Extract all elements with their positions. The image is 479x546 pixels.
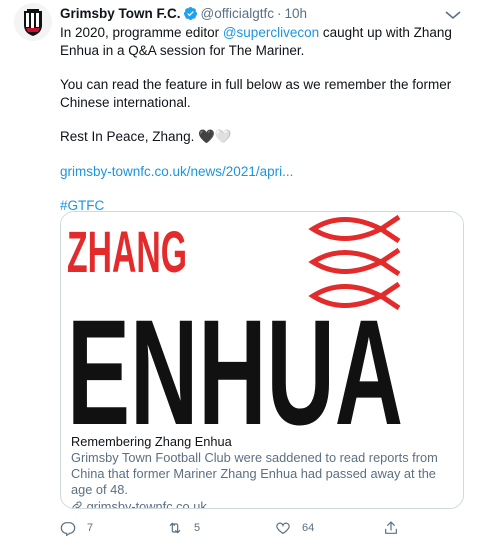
heart-icon — [276, 522, 290, 535]
tweet-paragraph-3: Rest In Peace, Zhang. 🖤🤍 — [60, 128, 468, 146]
action-bar: 7 5 64 — [60, 519, 468, 539]
card-description: Grimsby Town Football Club were saddened… — [71, 450, 438, 497]
card-image-word-1: ZHANG — [67, 220, 187, 285]
like-button[interactable]: 64 — [275, 519, 314, 537]
tweet-body: In 2020, programme editor @superclivecon… — [60, 24, 468, 215]
retweet-count: 5 — [194, 522, 201, 534]
club-crest-icon — [14, 3, 52, 41]
card-url: grimsby-townfc.co.uk — [71, 499, 459, 509]
tweet-header: Grimsby Town F.C. @officialgtfc · 10h — [60, 5, 307, 23]
card-url-text: grimsby-townfc.co.uk — [86, 499, 207, 509]
share-icon — [385, 521, 397, 534]
reply-icon — [60, 522, 76, 536]
card-title: Remembering Zhang Enhua — [71, 434, 232, 449]
retweet-button[interactable]: 5 — [167, 519, 200, 537]
mention-link[interactable]: @superclivecon — [223, 25, 319, 40]
more-options-icon[interactable] — [443, 4, 463, 22]
article-link[interactable]: grimsby-townfc.co.uk/news/2021/apri... — [60, 163, 468, 181]
verified-badge-icon — [183, 6, 197, 21]
share-button[interactable] — [383, 519, 399, 537]
reply-button[interactable]: 7 — [60, 519, 93, 537]
avatar[interactable] — [14, 3, 52, 41]
card-image[interactable]: ZHANG ENHUA — [61, 212, 463, 456]
tweet: Grimsby Town F.C. @officialgtfc · 10h In 20… — [0, 0, 479, 546]
author-handle[interactable]: @officialgtfc — [201, 6, 275, 21]
retweet-icon — [169, 522, 181, 534]
card-image-word-2: ENHUA — [67, 288, 403, 428]
author-name[interactable]: Grimsby Town F.C. — [60, 6, 181, 21]
tweet-paragraph-2: You can read the feature in full below a… — [60, 77, 452, 110]
tweet-text: In 2020, programme editor — [60, 25, 223, 40]
separator-dot: · — [277, 6, 282, 21]
article-link-text[interactable]: grimsby-townfc.co.uk/news/2021/apri... — [60, 164, 293, 179]
tweet-paragraph-1: In 2020, programme editor @superclivecon… — [60, 24, 468, 59]
like-count: 64 — [302, 522, 315, 534]
tweet-time[interactable]: 10h — [285, 6, 308, 21]
reply-count: 7 — [87, 522, 94, 534]
card-text: Remembering Zhang Enhua Grimsby Town Foo… — [71, 434, 459, 509]
link-card[interactable]: ZHANG ENHUA Remembering Zhang Enhua Grim… — [60, 211, 464, 509]
tweet-text: Rest In Peace, Zhang. — [60, 129, 195, 144]
heart-emoji: 🖤🤍 — [198, 129, 232, 144]
link-icon — [72, 501, 82, 508]
